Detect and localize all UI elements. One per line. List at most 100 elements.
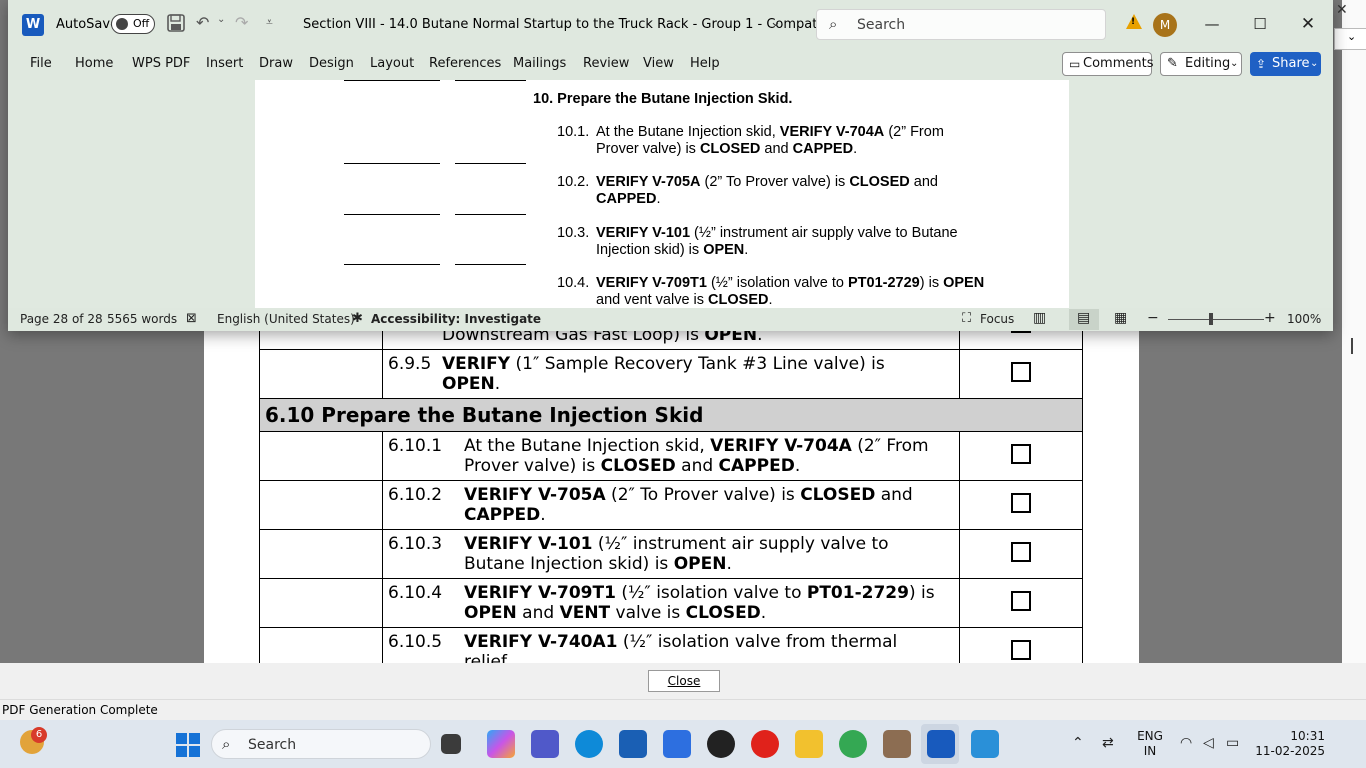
step-text: VERIFY V-705A (2″ To Prover valve) is CL… <box>464 485 913 525</box>
undo-icon[interactable]: ↶ <box>196 13 209 32</box>
word-window: W AutoSave Off ↶ ⌄ ↷ ⩡ Section VIII - 14… <box>8 0 1333 331</box>
autosave-toggle[interactable]: Off <box>111 14 155 34</box>
step-checkbox[interactable] <box>1011 590 1031 611</box>
zoom-out-icon[interactable]: − <box>1147 310 1159 326</box>
tab-references[interactable]: References <box>429 56 501 71</box>
copilot-icon[interactable] <box>487 730 515 758</box>
taskbar-search-input[interactable]: ⌕ Search <box>211 729 431 759</box>
tab-review[interactable]: Review <box>583 56 629 71</box>
power-automate-icon[interactable] <box>663 730 691 758</box>
tab-home[interactable]: Home <box>75 56 113 71</box>
dell-icon[interactable] <box>707 730 735 758</box>
document-page[interactable]: 10. Prepare the Butane Injection Skid. 1… <box>255 80 1069 308</box>
step-checkbox[interactable] <box>1011 639 1031 660</box>
tab-design[interactable]: Design <box>309 56 354 71</box>
editing-mode-button[interactable]: ✎ Editing ⌄ <box>1160 52 1242 76</box>
clock-date: 11-02-2025 <box>1255 744 1325 758</box>
chrome-icon[interactable] <box>839 730 867 758</box>
scrollbar-thumb[interactable] <box>1351 338 1353 354</box>
read-mode-icon[interactable]: ▥ <box>1033 310 1046 326</box>
step-checkbox[interactable] <box>1011 541 1031 562</box>
volume-icon[interactable]: ◁ <box>1203 735 1214 751</box>
language-status[interactable]: English (United States) <box>217 312 355 326</box>
notification-badge: 6 <box>31 727 47 743</box>
task-view-icon[interactable] <box>441 734 461 754</box>
autosave-state: Off <box>133 17 150 30</box>
battery-icon[interactable]: ▭ <box>1226 735 1239 751</box>
edge-icon[interactable] <box>575 730 603 758</box>
customize-toolbar-icon[interactable]: ⩡ <box>266 15 273 30</box>
minimize-icon[interactable]: — <box>1189 12 1235 36</box>
maximize-icon[interactable]: ☐ <box>1237 12 1283 36</box>
step-cell: 6.10.1 At the Butane Injection skid, VERI… <box>382 431 960 481</box>
tab-wps-pdf[interactable]: WPS PDF <box>132 56 190 71</box>
zoom-level[interactable]: 100% <box>1287 312 1321 326</box>
chevron-down-icon: ⌄ <box>1310 58 1319 69</box>
redo-icon[interactable]: ↷ <box>235 13 248 32</box>
page-count[interactable]: Page 28 of 28 <box>20 312 103 326</box>
signoff-cell <box>259 578 383 628</box>
chevron-down-icon[interactable]: ⌄ <box>770 15 781 30</box>
autosave-label: AutoSave <box>56 17 119 32</box>
zoom-slider[interactable] <box>1168 319 1264 320</box>
table-row: 6.10.1 At the Butane Injection skid, VERI… <box>259 431 1083 481</box>
tab-insert[interactable]: Insert <box>206 56 243 71</box>
word-count[interactable]: 5565 words <box>107 312 177 326</box>
chevron-up-icon[interactable]: ⌃ <box>1072 735 1084 751</box>
share-button[interactable]: ⇪ Share ⌄ <box>1250 52 1321 76</box>
avatar[interactable]: M <box>1153 13 1177 37</box>
network-share-icon[interactable]: ⇄ <box>1102 735 1114 751</box>
accessibility-status[interactable]: Accessibility: Investigate <box>371 312 541 326</box>
tab-layout[interactable]: Layout <box>370 56 414 71</box>
search-icon: ⌕ <box>222 735 231 753</box>
comments-button[interactable]: ▭ Comments <box>1062 52 1153 76</box>
app-icon[interactable] <box>883 730 911 758</box>
store-icon[interactable] <box>619 730 647 758</box>
proofing-icon[interactable]: ⊠ <box>186 311 197 326</box>
zoom-slider-thumb[interactable] <box>1209 313 1213 325</box>
language-indicator[interactable]: ENG IN <box>1136 729 1164 759</box>
close-button[interactable]: Close <box>648 670 720 692</box>
checkbox-cell <box>959 431 1083 481</box>
word-logo-icon: W <box>22 14 44 36</box>
tab-draw[interactable]: Draw <box>259 56 293 71</box>
tab-help[interactable]: Help <box>690 56 720 71</box>
tab-mailings[interactable]: Mailings <box>513 56 566 71</box>
warning-icon[interactable]: ! <box>1126 14 1142 29</box>
step-checkbox[interactable] <box>1011 443 1031 464</box>
signoff-cell <box>259 529 383 579</box>
search-input[interactable]: ⌕ Search <box>816 9 1106 40</box>
step-text: CAPPED. <box>596 191 661 207</box>
wifi-icon[interactable]: ◠ <box>1180 735 1192 751</box>
step-text: VERIFY V-709T1 (½” isolation valve to PT… <box>596 275 985 291</box>
clock[interactable]: 10:31 11-02-2025 <box>1254 729 1325 759</box>
signoff-cell <box>259 349 383 399</box>
step-checkbox[interactable] <box>1011 492 1031 513</box>
app-icon[interactable] <box>971 730 999 758</box>
step-number: 6.9.5 <box>388 354 432 374</box>
undo-dropdown-icon[interactable]: ⌄ <box>217 14 225 25</box>
pdf-scrollbar[interactable] <box>1342 0 1366 663</box>
focus-button[interactable]: Focus <box>980 312 1014 326</box>
file-explorer-icon[interactable] <box>795 730 823 758</box>
table-row: 6.9.5 VERIFY (1″ Sample Recovery Tank #3 … <box>259 349 1083 399</box>
print-layout-button[interactable]: ▤ <box>1069 309 1099 330</box>
signature-line <box>455 214 526 215</box>
close-window-icon[interactable]: ✕ <box>1285 12 1331 36</box>
table-row: 6.10.2 VERIFY V-705A (2″ To Prover valve)… <box>259 480 1083 530</box>
word-icon[interactable] <box>927 730 955 758</box>
pdf-dropdown[interactable]: ⌄ <box>1334 28 1366 50</box>
close-icon[interactable]: ✕ <box>1336 2 1348 18</box>
web-layout-icon[interactable]: ▦ <box>1114 310 1127 326</box>
start-icon[interactable] <box>176 733 200 757</box>
step-text: VERIFY V-705A (2” To Prover valve) is CL… <box>596 174 938 190</box>
zoom-in-icon[interactable]: + <box>1264 310 1276 326</box>
tab-view[interactable]: View <box>643 56 674 71</box>
tab-file[interactable]: File <box>30 56 52 71</box>
checkbox-cell <box>959 529 1083 579</box>
save-icon[interactable] <box>167 14 185 36</box>
teams-icon[interactable] <box>531 730 559 758</box>
step-checkbox[interactable] <box>1011 361 1031 382</box>
share-label: Share <box>1272 56 1310 71</box>
opera-icon[interactable] <box>751 730 779 758</box>
